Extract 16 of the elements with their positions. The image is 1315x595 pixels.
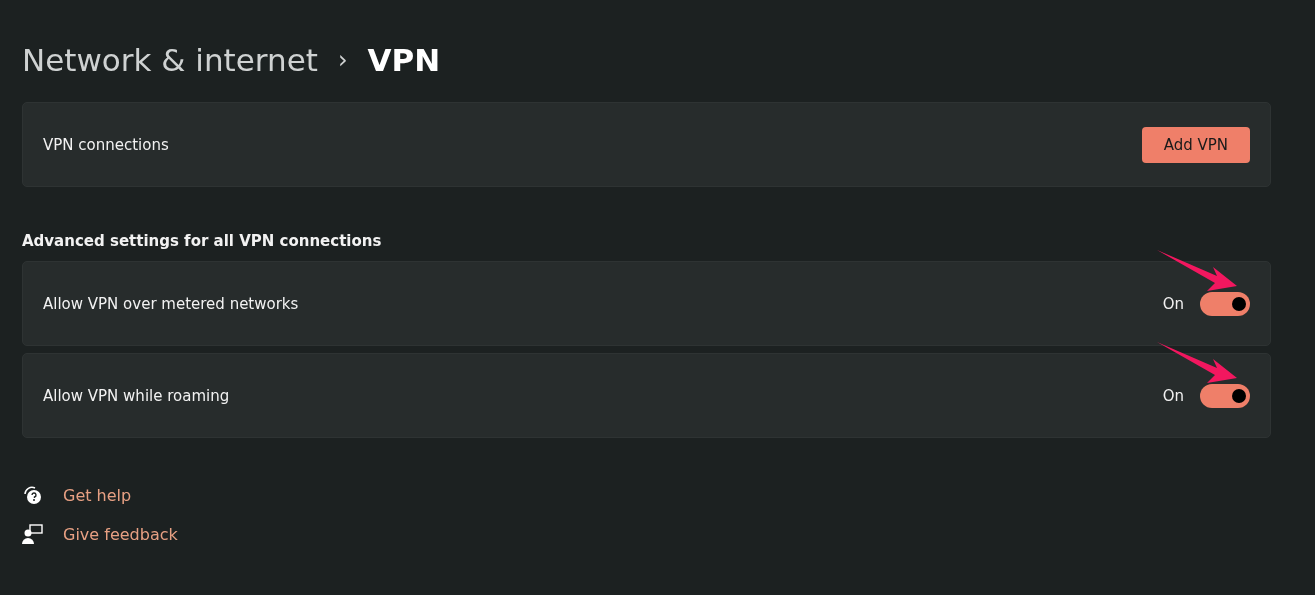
breadcrumb-parent[interactable]: Network & internet	[22, 42, 318, 78]
setting-label: Allow VPN while roaming	[43, 386, 230, 405]
toggle-switch[interactable]	[1200, 383, 1250, 408]
setting-label: Allow VPN over metered networks	[43, 294, 299, 313]
breadcrumb-separator: ›	[337, 46, 348, 74]
toggle-state: On	[1162, 294, 1184, 313]
help-link[interactable]: Get help	[63, 486, 132, 505]
page-title: VPN	[367, 42, 441, 78]
feedback-icon	[22, 524, 43, 545]
section-heading: Advanced settings for all VPN connections	[22, 232, 383, 250]
toggle-switch[interactable]	[1200, 291, 1250, 316]
toggle-state: On	[1162, 386, 1184, 405]
help-icon	[22, 485, 43, 506]
add-vpn-button[interactable]: Add VPN	[1141, 126, 1250, 163]
help-link[interactable]: Give feedback	[63, 525, 178, 544]
setting-label: VPN connections	[43, 135, 169, 154]
